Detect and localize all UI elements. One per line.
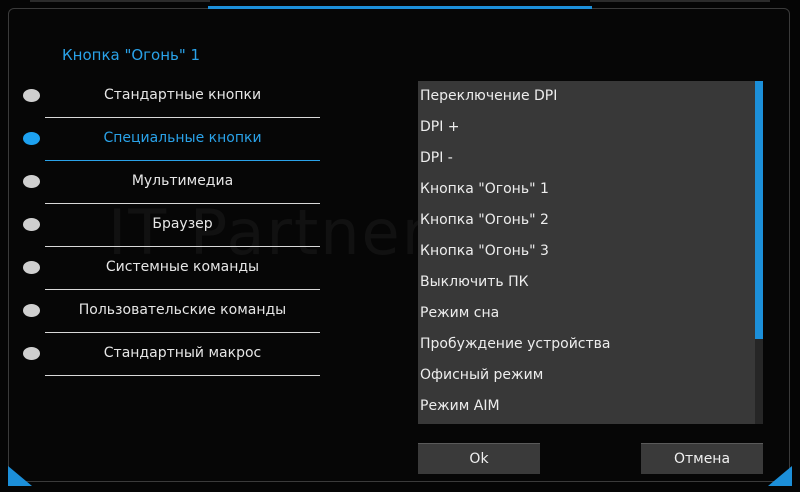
list-item[interactable]: Режим сна bbox=[420, 298, 499, 329]
menu-item-system-commands[interactable]: Системные команды bbox=[20, 247, 320, 290]
frame-top-edge-left bbox=[30, 0, 210, 11]
radio-dot-icon[interactable] bbox=[23, 132, 40, 145]
list-item[interactable]: Выключить ПК bbox=[420, 267, 529, 298]
cancel-button[interactable]: Отмена bbox=[641, 443, 763, 474]
menu-item-label: Системные команды bbox=[105, 259, 260, 275]
list-item[interactable]: DPI + bbox=[420, 112, 460, 143]
list-item[interactable]: Кнопка "Огонь" 2 bbox=[420, 205, 549, 236]
radio-dot-icon[interactable] bbox=[23, 304, 40, 317]
ok-button[interactable]: Ok bbox=[418, 443, 540, 474]
dialog-title: Кнопка "Огонь" 1 bbox=[62, 46, 201, 64]
list-item[interactable]: Пробуждение устройства bbox=[420, 329, 611, 360]
menu-item-label: Специальные кнопки bbox=[103, 130, 262, 146]
menu-item-special-buttons[interactable]: Специальные кнопки bbox=[20, 118, 320, 161]
corner-accent-right bbox=[768, 466, 792, 486]
list-scrollbar[interactable] bbox=[755, 81, 763, 424]
menu-item-label: Пользовательские команды bbox=[78, 302, 287, 318]
frame-top-edge-right bbox=[590, 0, 770, 11]
function-list: Переключение DPI DPI + DPI - Кнопка "Ого… bbox=[418, 81, 763, 424]
radio-dot-icon[interactable] bbox=[23, 347, 40, 360]
menu-item-browser[interactable]: Браузер bbox=[20, 204, 320, 247]
list-item[interactable]: DPI - bbox=[420, 143, 453, 174]
menu-item-label: Браузер bbox=[152, 216, 213, 232]
menu-item-standard-buttons[interactable]: Стандартные кнопки bbox=[20, 75, 320, 118]
list-item[interactable]: Переключение DPI bbox=[420, 81, 557, 112]
top-accent-bar bbox=[208, 6, 592, 9]
radio-dot-icon[interactable] bbox=[23, 218, 40, 231]
radio-dot-icon[interactable] bbox=[23, 89, 40, 102]
radio-dot-icon[interactable] bbox=[23, 261, 40, 274]
menu-item-user-commands[interactable]: Пользовательские команды bbox=[20, 290, 320, 333]
menu-item-standard-macro[interactable]: Стандартный макрос bbox=[20, 333, 320, 376]
list-item[interactable]: Кнопка "Огонь" 3 bbox=[420, 236, 549, 267]
menu-item-label: Мультимедиа bbox=[131, 173, 234, 189]
list-item[interactable]: Кнопка "Огонь" 1 bbox=[420, 174, 549, 205]
menu-item-multimedia[interactable]: Мультимедиа bbox=[20, 161, 320, 204]
menu-item-label: Стандартный макрос bbox=[103, 345, 262, 361]
menu-divider bbox=[45, 375, 320, 376]
scrollbar-thumb[interactable] bbox=[755, 81, 763, 339]
list-item[interactable]: Режим AIM bbox=[420, 391, 500, 422]
menu-item-label: Стандартные кнопки bbox=[103, 87, 262, 103]
list-item[interactable]: Офисный режим bbox=[420, 360, 543, 391]
radio-dot-icon[interactable] bbox=[23, 175, 40, 188]
corner-accent-left bbox=[8, 466, 32, 486]
